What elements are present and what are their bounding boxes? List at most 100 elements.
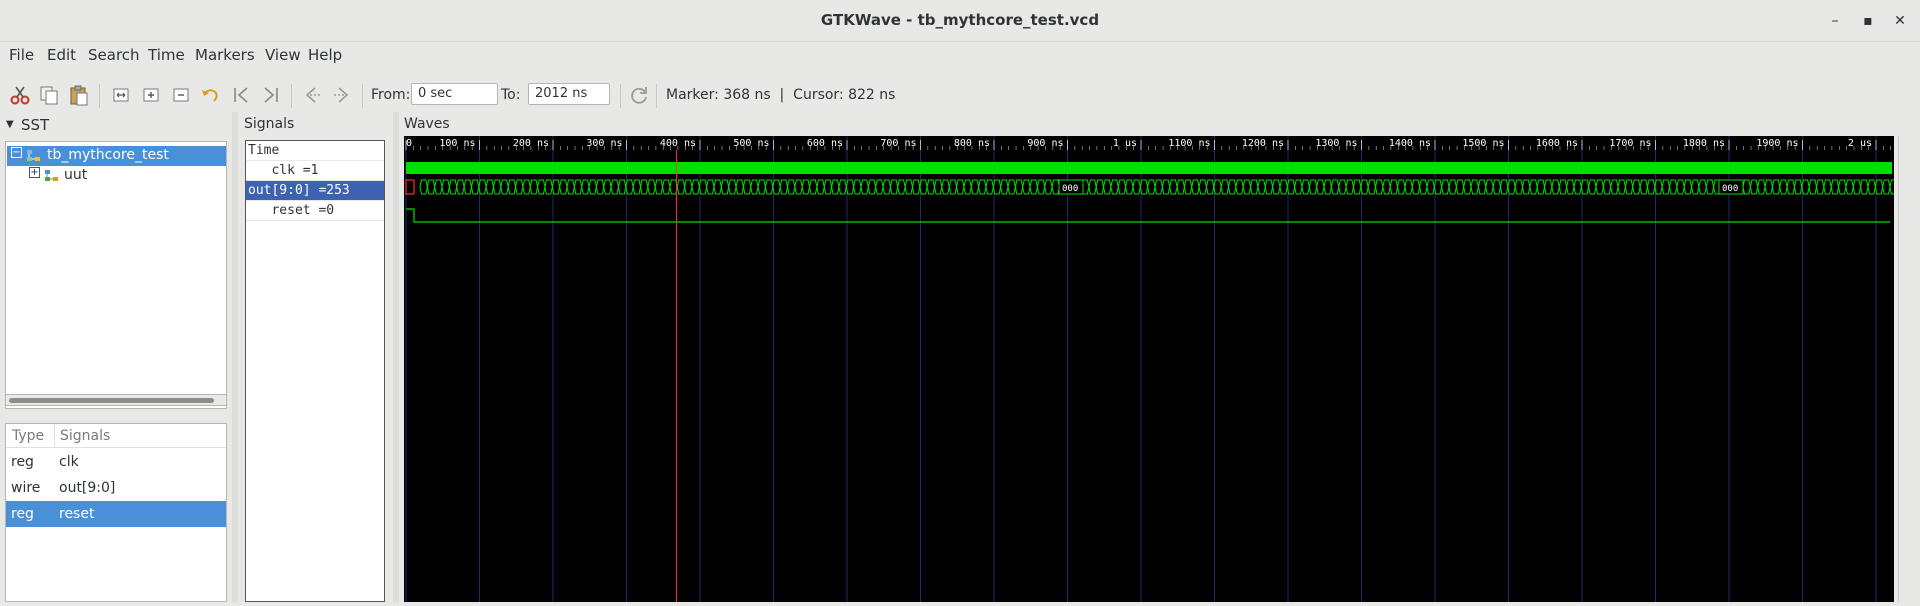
type-column-header[interactable]: Type [12,428,44,444]
module-icon [45,170,58,181]
pane-divider[interactable] [393,112,399,602]
signals-title: Signals [244,116,295,132]
reload-icon[interactable] [628,84,650,106]
signals-column-header[interactable]: Signals [54,424,110,448]
time-ruler [404,136,1894,150]
tick-label: 1200 ns [1242,138,1284,149]
tick-label: 1800 ns [1683,138,1725,149]
waveform-canvas[interactable]: 0 100 ns 200 ns 300 ns 400 ns 500 ns 600 ns 700… [404,136,1920,602]
list-item[interactable]: wire out[9:0] [6,475,226,501]
waves-vertical-scrollbar[interactable] [1898,136,1912,602]
time-header: Time [248,143,280,158]
sst-header[interactable]: ▼ SST [0,116,230,138]
tick-label: 500 ns [733,138,769,149]
hierarchy-tree[interactable]: − tb_mythcore_test + uut [5,141,227,409]
zoom-to-end-icon[interactable] [260,84,282,106]
title-bar: GTKWave - tb_mythcore_test.vcd – ▪ ✕ [0,0,1920,42]
reset-wave [406,208,1890,223]
clk-wave [406,162,1892,174]
bus-value-label: 000 [1062,184,1078,194]
waves-title: Waves [404,116,450,132]
tick-label: 600 ns [807,138,843,149]
tree-horizontal-scrollbar[interactable] [5,394,227,406]
paste-icon[interactable] [68,84,90,106]
scrollbar-thumb[interactable] [9,398,214,403]
tick-label: 1 us [1113,138,1137,149]
tick-label: 200 ns [513,138,549,149]
minimize-button[interactable]: – [1824,10,1846,32]
tick-label: 700 ns [880,138,916,149]
cut-icon[interactable] [9,84,31,106]
zoom-fit-icon[interactable] [110,84,132,106]
window-title: GTKWave - tb_mythcore_test.vcd [820,11,1100,29]
marker-cursor-readout: Marker: 368 ns | Cursor: 822 ns [666,87,896,103]
find-next-edge-icon[interactable] [331,84,353,106]
signal-type: reg [11,454,34,470]
tick-label: 100 ns [439,138,475,149]
toolbar-separator [291,84,292,108]
type-list-header: Type Signals [6,424,226,448]
toolbar: From: 0 sec To: 2012 ns Marker: 368 ns |… [0,78,1920,112]
signal-type-list[interactable]: Type Signals reg clk wire out[9:0] reg r… [5,423,227,602]
waveform-svg[interactable]: 0 100 ns 200 ns 300 ns 400 ns 500 ns 600 ns 700… [404,136,1920,602]
zoom-in-icon[interactable] [140,84,162,106]
from-time-input[interactable]: 0 sec [411,83,498,105]
tree-item-uut[interactable]: + uut [7,166,226,186]
tick-label: 300 ns [586,138,622,149]
tick-label: 1100 ns [1168,138,1210,149]
tree-item-tb-mythcore-test[interactable]: − tb_mythcore_test [7,146,226,166]
toolbar-separator [656,84,657,108]
menu-help[interactable]: Help [308,46,342,64]
signal-value: clk =1 [248,163,319,178]
pane-divider[interactable] [232,112,238,602]
signals-list[interactable]: Time clk =1 out[9:0] =253 reset =0 [245,140,385,602]
expand-icon[interactable]: + [29,167,40,178]
to-label: To: [501,87,521,103]
menu-search[interactable]: Search [88,46,140,64]
signal-row-clk[interactable]: clk =1 [246,161,384,181]
expander-down-icon[interactable]: ▼ [6,119,14,130]
menu-view[interactable]: View [265,46,301,64]
find-previous-edge-icon[interactable] [301,84,323,106]
signal-row-reset[interactable]: reset =0 [246,201,384,221]
zoom-to-start-icon[interactable] [230,84,252,106]
tick-label: 1500 ns [1462,138,1504,149]
toolbar-separator [362,84,363,108]
list-item[interactable]: reg reset [6,501,226,527]
signal-value: reset =0 [248,203,335,218]
time-row: Time [246,141,384,161]
menu-edit[interactable]: Edit [47,46,76,64]
toolbar-separator [99,84,100,108]
tick-label: 1400 ns [1389,138,1431,149]
tick-label: 1300 ns [1315,138,1357,149]
collapse-icon[interactable]: − [11,147,22,158]
tree-item-label: tb_mythcore_test [47,147,169,163]
copy-icon[interactable] [38,84,60,106]
signal-name: clk [59,454,79,470]
menu-file[interactable]: File [9,46,34,64]
module-icon [27,150,40,161]
menu-time[interactable]: Time [148,46,185,64]
signal-row-out[interactable]: out[9:0] =253 [246,181,384,201]
tick-label: 1700 ns [1609,138,1651,149]
signal-type: reg [11,506,34,522]
bus-out-undefined [405,179,415,195]
sst-title: SST [21,116,50,134]
tick-label: 900 ns [1027,138,1063,149]
undo-zoom-icon[interactable] [199,84,221,106]
bus-value-label: 000 [1722,184,1738,194]
maximize-button[interactable]: ▪ [1857,10,1879,32]
signal-type: wire [11,480,41,496]
close-button[interactable]: ✕ [1889,10,1911,32]
zoom-out-icon[interactable] [170,84,192,106]
bus-out-wave [419,179,1898,195]
tree-item-label: uut [64,167,88,183]
from-label: From: [371,87,411,103]
list-item[interactable]: reg clk [6,449,226,475]
to-time-input[interactable]: 2012 ns [528,83,610,105]
tick-label: 1900 ns [1756,138,1798,149]
menu-bar: File Edit Search Time Markers View Help [0,42,1920,68]
signal-value: out[9:0] =253 [248,183,350,198]
menu-markers[interactable]: Markers [195,46,255,64]
signal-name: out[9:0] [59,480,116,496]
